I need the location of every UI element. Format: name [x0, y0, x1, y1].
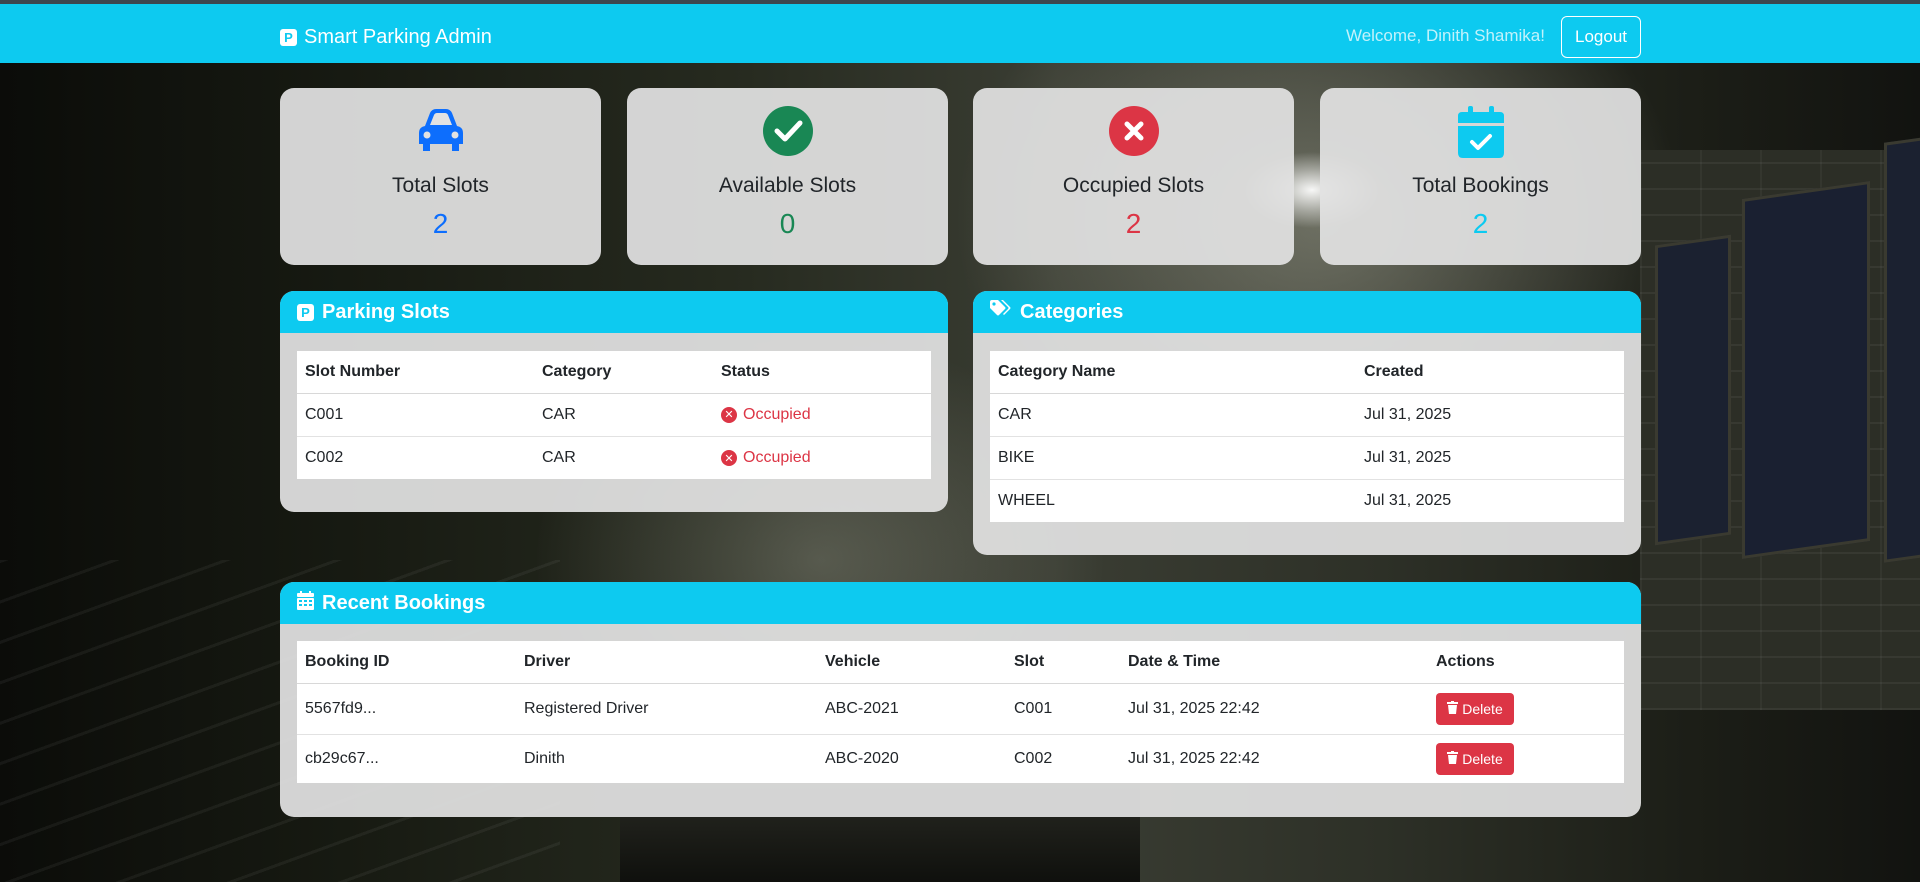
stat-value: 0 [779, 208, 796, 239]
recent-bookings-panel: Recent Bookings Booking ID Driver Vehicl… [280, 582, 1641, 817]
calendar-check-icon [1320, 106, 1641, 158]
stat-card-occupied-slots: Occupied Slots 2 [973, 88, 1294, 265]
background-parking-sign [1655, 234, 1731, 546]
delete-label: Delete [1462, 700, 1503, 717]
top-navbar: P Smart Parking Admin Welcome, Dinith Sh… [0, 0, 1920, 63]
tags-icon [990, 300, 1012, 324]
status-cell: ✕ Occupied [713, 436, 931, 479]
booking-id-cell: cb29c67... [305, 749, 379, 767]
slot-number-cell: C002 [305, 448, 344, 466]
welcome-text: Welcome, Dinith Shamika! [1345, 26, 1545, 45]
table-header-row: Booking ID Driver Vehicle Slot Date & Ti… [297, 641, 1624, 684]
slot-cell: C001 [1006, 683, 1120, 735]
actions-cell: Delete [1428, 683, 1624, 735]
logout-button[interactable]: Logout [1561, 16, 1641, 58]
x-circle-icon: ✕ [721, 450, 737, 466]
stat-card-total-slots: Total Slots 2 [280, 88, 601, 265]
table-row: cb29c67... Dinith ABC-2020 C002 Jul 31, … [297, 734, 1624, 783]
stat-value: 2 [1125, 208, 1142, 239]
column-header: Category [534, 351, 713, 394]
status-badge: ✕ Occupied [721, 406, 811, 424]
status-cell: ✕ Occupied [713, 393, 931, 437]
panel-header: Categories [973, 291, 1641, 333]
calendar-icon [297, 590, 314, 616]
background-parking-sign [1742, 181, 1870, 559]
stat-value: 2 [432, 208, 449, 239]
driver-cell: Registered Driver [516, 683, 817, 735]
created-cell: Jul 31, 2025 [1356, 393, 1624, 437]
parking-slots-panel: P Parking Slots Slot Number Category Sta… [280, 291, 948, 512]
delete-button[interactable]: Delete [1436, 692, 1514, 725]
panel-header: Recent Bookings [280, 582, 1641, 624]
driver-cell: Dinith [524, 749, 565, 767]
datetime-cell: Jul 31, 2025 22:42 [1128, 749, 1260, 767]
status-badge: ✕ Occupied [721, 449, 811, 467]
table-row: C001 CAR ✕ Occupied [297, 393, 931, 437]
stat-label: Total Bookings [1412, 174, 1549, 197]
booking-id-cell: 5567fd9... [297, 683, 516, 735]
category-name-cell: WHEEL [998, 491, 1055, 509]
vehicle-cell: ABC-2020 [825, 749, 899, 767]
vehicle-cell: ABC-2021 [817, 683, 1006, 735]
status-text: Occupied [743, 405, 811, 423]
actions-cell: Delete [1428, 734, 1624, 783]
category-name-cell: CAR [990, 393, 1356, 437]
slot-number-cell: C001 [297, 393, 534, 437]
parking-icon: P [297, 303, 314, 321]
table-row: WHEEL Jul 31, 2025 [990, 479, 1624, 522]
table-header-row: Category Name Created [990, 351, 1624, 394]
background-parking-sign [1884, 137, 1920, 563]
status-text: Occupied [743, 449, 811, 466]
delete-label: Delete [1462, 750, 1503, 767]
check-circle-icon [627, 106, 948, 156]
column-header: Slot Number [297, 351, 534, 394]
table-row: 5567fd9... Registered Driver ABC-2021 C0… [297, 683, 1624, 735]
column-header: Status [713, 351, 931, 394]
panel-title: Parking Slots [322, 300, 450, 323]
x-circle-icon: ✕ [721, 406, 737, 423]
parking-icon: P [280, 28, 297, 46]
panel-title: Categories [1020, 300, 1124, 323]
created-cell: Jul 31, 2025 [1356, 436, 1624, 480]
x-circle-icon [973, 106, 1294, 156]
table-row: CAR Jul 31, 2025 [990, 393, 1624, 437]
column-header: Category Name [990, 351, 1356, 394]
column-header: Booking ID [297, 641, 516, 684]
car-icon [280, 106, 601, 154]
category-name-cell: BIKE [990, 436, 1356, 480]
stat-card-total-bookings: Total Bookings 2 [1320, 88, 1641, 265]
column-header: Date & Time [1120, 641, 1428, 684]
categories-table: Category Name Created CAR Jul 31, 2025 B… [990, 351, 1624, 522]
bookings-table: Booking ID Driver Vehicle Slot Date & Ti… [297, 641, 1624, 783]
column-header: Driver [516, 641, 817, 684]
table-header-row: Slot Number Category Status [297, 351, 931, 394]
column-header: Created [1356, 351, 1624, 394]
category-cell: CAR [542, 448, 576, 466]
stat-label: Occupied Slots [1062, 174, 1205, 197]
table-row: BIKE Jul 31, 2025 [990, 436, 1624, 480]
stat-card-available-slots: Available Slots 0 [627, 88, 948, 265]
categories-panel: Categories Category Name Created CAR Jul… [973, 291, 1641, 555]
column-header: Actions [1428, 641, 1624, 684]
panel-header: P Parking Slots [280, 291, 948, 333]
stat-label: Available Slots [718, 174, 857, 197]
trash-icon [1447, 700, 1459, 717]
stat-value: 2 [1472, 208, 1489, 239]
delete-button[interactable]: Delete [1436, 742, 1514, 775]
trash-icon [1447, 750, 1459, 767]
table-row: C002 CAR ✕ Occupied [297, 436, 931, 479]
brand-link[interactable]: P Smart Parking Admin [280, 24, 492, 50]
category-cell: CAR [534, 393, 713, 437]
datetime-cell: Jul 31, 2025 22:42 [1120, 683, 1428, 735]
column-header: Slot [1006, 641, 1120, 684]
parking-slots-table: Slot Number Category Status C001 CAR ✕ O… [297, 351, 931, 479]
panel-title: Recent Bookings [322, 591, 486, 614]
stat-label: Total Slots [392, 174, 489, 197]
created-cell: Jul 31, 2025 [1364, 491, 1452, 509]
brand-title: Smart Parking Admin [304, 25, 492, 48]
slot-cell: C002 [1014, 749, 1053, 767]
column-header: Vehicle [817, 641, 1006, 684]
